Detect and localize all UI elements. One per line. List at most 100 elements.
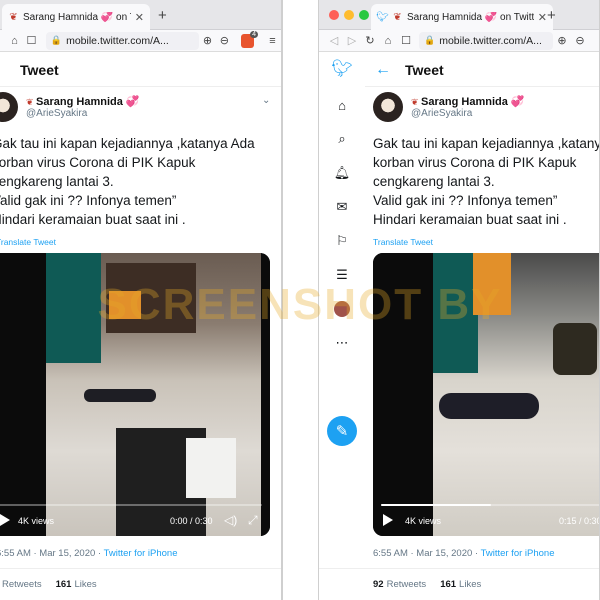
video-progress-bar[interactable]: [0, 504, 262, 506]
tweet-header: Tweet: [0, 53, 281, 87]
compose-icon[interactable]: ✎: [327, 416, 357, 446]
twitter-logo-icon[interactable]: 🐦︎: [331, 59, 353, 79]
more-icon[interactable]: ⋯: [332, 333, 352, 353]
bookmark-icon[interactable]: ☐: [23, 32, 40, 50]
tab-title: Sarang Hamnida 💞 on Twitter: [23, 11, 131, 23]
scene-poster: [473, 253, 511, 315]
likes-label[interactable]: Likes: [74, 579, 96, 590]
url-bar[interactable]: 🔒 mobile.twitter.com/A...: [45, 31, 199, 50]
browser-tab[interactable]: 🐦︎ ❦ Sarang Hamnida 💞 on Twitter ✕: [371, 4, 553, 30]
close-tab-icon[interactable]: ✕: [135, 11, 144, 24]
back-icon[interactable]: ◁: [325, 32, 343, 50]
back-arrow-icon[interactable]: ←: [375, 61, 391, 79]
retweets-label[interactable]: Retweets: [2, 579, 42, 590]
likes-count: 161: [440, 579, 457, 590]
tweet-line: Valid gak ini ?? Infonya temen”: [373, 193, 558, 208]
bookmarks-icon[interactable]: ⚐: [332, 231, 352, 251]
tweet-line: Valid gak ini ?? Infonya temen”: [0, 193, 177, 208]
video-dark-area: [0, 253, 46, 536]
messages-icon[interactable]: ✉: [332, 197, 352, 217]
volume-icon[interactable]: ◁): [224, 513, 237, 527]
tweet-author[interactable]: ❦ Sarang Hamnida 💞 @ArieSyakira: [0, 92, 140, 122]
author-handle: @ArieSyakira: [26, 108, 88, 119]
zoom-icon[interactable]: ⊖: [216, 32, 233, 50]
video-player[interactable]: 4K views 0:00 / 0:30 ◁) ⤢: [0, 253, 270, 536]
profile-icon[interactable]: [332, 299, 352, 319]
minimize-window-button[interactable]: [344, 10, 354, 20]
likes-count: 161: [55, 579, 72, 590]
tweet-line: Gak tau ini kapan kejadiannya ,katanya A…: [0, 136, 255, 151]
brave-shield-icon[interactable]: 4: [240, 30, 259, 48]
notifications-icon[interactable]: 🔔︎: [332, 163, 352, 183]
new-tab-icon[interactable]: +: [158, 7, 167, 24]
close-tab-icon[interactable]: ✕: [538, 11, 547, 24]
avatar[interactable]: [0, 92, 18, 122]
lock-icon: 🔒: [50, 35, 63, 45]
video-player[interactable]: 4K views 0:15 / 0:30: [373, 253, 600, 536]
tweet-header: ← Tweet: [365, 53, 599, 87]
tweet-stats: 92 Retweets 161 Likes: [319, 568, 599, 600]
video-controls: 4K views 0:00 / 0:30 ◁) ⤢: [0, 502, 270, 536]
tweet-timestamp[interactable]: 6:55 AM · Mar 15, 2020 ·: [373, 548, 481, 559]
lists-icon[interactable]: ☰: [332, 265, 352, 285]
new-tab-icon[interactable]: +: [547, 7, 556, 24]
window-controls: [329, 10, 369, 20]
flower-icon: ❦: [411, 97, 422, 107]
right-browser-window: 🐦︎ ❦ Sarang Hamnida 💞 on Twitter ✕ + ◁ ▷…: [318, 0, 600, 600]
tweet-timestamp[interactable]: 6:55 AM · Mar 15, 2020 ·: [0, 548, 104, 559]
scene-curtain: [46, 253, 101, 363]
tweet-source[interactable]: Twitter for iPhone: [481, 548, 555, 559]
browser-tab[interactable]: ❦ Sarang Hamnida 💞 on Twitter ✕: [2, 4, 150, 30]
author-name-text: Sarang Hamnida 💞: [421, 96, 525, 108]
retweets-label[interactable]: Retweets: [387, 579, 427, 590]
page-title: Tweet: [20, 61, 59, 78]
author-name[interactable]: ❦ Sarang Hamnida 💞: [26, 95, 140, 108]
tab-title: Sarang Hamnida 💞 on Twitter: [407, 11, 534, 23]
add-bookmark-icon[interactable]: ⊕: [553, 32, 571, 50]
nav-bar: ⌂ ☐ 🔒 mobile.twitter.com/A... ⊕ ⊖ 4 ≡: [0, 30, 281, 52]
page-title: Tweet: [405, 61, 444, 78]
video-views: 4K views: [405, 516, 442, 526]
video-time: 0:15 / 0:30: [559, 516, 600, 526]
tweet-stats: Retweets 161 Likes: [0, 568, 281, 600]
play-icon[interactable]: [383, 514, 393, 526]
maximize-window-button[interactable]: [359, 10, 369, 20]
translate-link[interactable]: Translate Tweet: [373, 237, 433, 247]
author-name-text: Sarang Hamnida 💞: [36, 96, 140, 108]
bookmark-icon[interactable]: ☐: [397, 32, 415, 50]
url-bar[interactable]: 🔒 mobile.twitter.com/A...: [419, 31, 553, 50]
zoom-icon[interactable]: ⊖: [571, 32, 589, 50]
forward-icon[interactable]: ▷: [343, 32, 361, 50]
close-window-button[interactable]: [329, 10, 339, 20]
play-icon[interactable]: [0, 514, 10, 526]
scene-worker: [553, 323, 597, 375]
tweet-text: Gak tau ini kapan kejadiannya ,katanya A…: [373, 134, 599, 229]
tweet-author[interactable]: ❦ Sarang Hamnida 💞 @ArieSyakira: [373, 92, 525, 122]
add-bookmark-icon[interactable]: ⊕: [199, 32, 216, 50]
translate-link[interactable]: Translate Tweet: [0, 237, 56, 247]
left-browser-window: ❦ Sarang Hamnida 💞 on Twitter ✕ + ⌂ ☐ 🔒 …: [0, 0, 282, 600]
tweet-meta: 6:55 AM · Mar 15, 2020 · Twitter for iPh…: [0, 548, 177, 559]
home-icon[interactable]: ⌂: [6, 32, 23, 50]
scene-poster: [109, 291, 141, 319]
video-dark-area: [261, 253, 270, 536]
fullscreen-icon[interactable]: ⤢: [248, 513, 258, 528]
window-gap: [282, 0, 318, 600]
avatar[interactable]: [373, 92, 403, 122]
tweet-line: cengkareng lantai 3.: [0, 174, 114, 189]
video-frame: [433, 253, 599, 536]
menu-icon[interactable]: ≡: [264, 32, 281, 50]
home-icon[interactable]: ⌂: [332, 95, 352, 115]
reload-icon[interactable]: ↻: [361, 32, 379, 50]
home-icon[interactable]: ⌂: [379, 32, 397, 50]
author-name[interactable]: ❦ Sarang Hamnida 💞: [411, 95, 525, 108]
explore-icon[interactable]: ⌕: [332, 129, 352, 149]
twitter-sidebar: 🐦︎ ⌂ ⌕ 🔔︎ ✉ ⚐ ☰ ⋯ ✎: [319, 53, 365, 600]
flower-icon: ❦: [393, 11, 402, 23]
tweet-source[interactable]: Twitter for iPhone: [104, 548, 178, 559]
chevron-down-icon[interactable]: ⌄: [262, 95, 270, 106]
video-progress-bar[interactable]: [381, 504, 599, 506]
likes-label[interactable]: Likes: [459, 579, 481, 590]
video-time: 0:00 / 0:30: [170, 516, 213, 526]
flower-icon: ❦: [26, 97, 37, 107]
